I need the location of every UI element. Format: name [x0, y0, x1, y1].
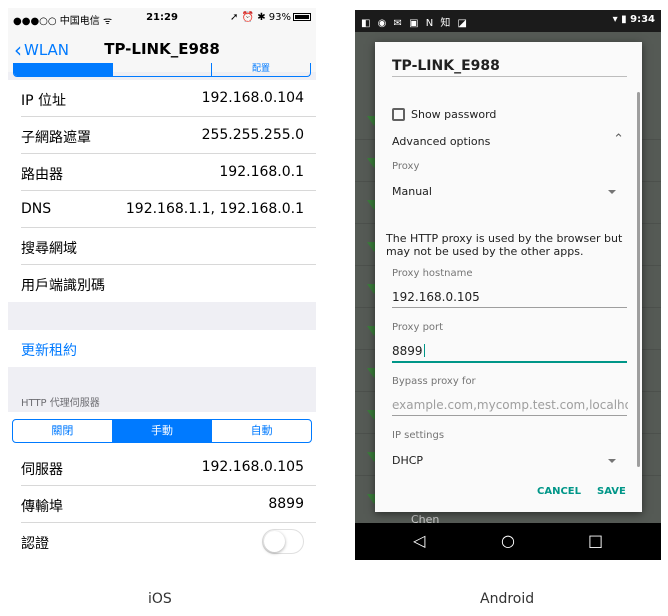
android-screen: ◧ ◉ ✉ ▣ N 知 ◪ ▾ ▮ 9:34 Chen TP-LINK_E988…: [355, 10, 661, 560]
segment-dhcp[interactable]: [14, 63, 113, 76]
dialog-scrollbar[interactable]: [637, 92, 640, 467]
segment-proxy-off[interactable]: 關閉: [13, 420, 113, 442]
renew-lease-button[interactable]: 更新租約: [8, 330, 316, 367]
battery-icon: [293, 13, 311, 21]
proxy-port-label: Proxy port: [392, 322, 444, 333]
row-subnet-mask: 子網路遮罩 255.255.255.0: [8, 117, 316, 154]
port-underline: [392, 361, 627, 363]
proxy-note: The HTTP proxy is used by the browser bu…: [386, 232, 623, 258]
notification-icons: ◧ ◉ ✉ ▣ N 知 ◪: [361, 18, 470, 29]
ios-status-bar: ●●●○○ 中国电信 ᯤ 21:29 ➚ ⏰ ✱ 93%: [8, 8, 316, 28]
dropdown-arrow-icon[interactable]: [608, 190, 616, 194]
dropdown-arrow-icon[interactable]: [608, 459, 616, 463]
show-password-checkbox[interactable]: [392, 108, 405, 121]
title-divider: [392, 76, 627, 77]
ip-settings-label: IP settings: [392, 430, 445, 441]
dialog-title: TP-LINK_E988: [392, 58, 500, 74]
row-ip-address: IP 位址 192.168.0.104: [8, 80, 316, 117]
ip-settings-select[interactable]: DHCP: [392, 454, 423, 467]
row-proxy-port[interactable]: 傳輸埠 8899: [8, 486, 316, 523]
android-navigation-bar: ◁ ○ □: [355, 523, 661, 560]
row-search-domains[interactable]: 搜尋網域: [8, 228, 316, 265]
proxy-port-input[interactable]: 8899: [392, 344, 425, 358]
segment-proxy-manual[interactable]: 手動: [112, 420, 213, 442]
proxy-hostname-input[interactable]: 192.168.0.105: [392, 290, 480, 304]
proxy-label: Proxy: [392, 161, 420, 172]
android-status-bar: ◧ ◉ ✉ ▣ N 知 ◪ ▾ ▮ 9:34: [355, 10, 661, 32]
row-client-id[interactable]: 用戶端識別碼: [8, 265, 316, 302]
back-icon[interactable]: ◁: [413, 531, 425, 550]
proxy-hostname-label: Proxy hostname: [392, 268, 473, 279]
proxy-select[interactable]: Manual: [392, 185, 432, 198]
row-router: 路由器 192.168.0.1: [8, 154, 316, 191]
ip-config-segmented-control: 配置: [13, 63, 311, 77]
home-icon[interactable]: ○: [501, 531, 515, 550]
segment-proxy-auto[interactable]: 自動: [212, 420, 311, 442]
save-button[interactable]: SAVE: [597, 486, 626, 497]
proxy-settings-list: 伺服器 192.168.0.105 傳輸埠 8899 認證: [8, 449, 316, 560]
show-password-label: Show password: [411, 108, 497, 121]
proxy-mode-segmented-control: 關閉 手動 自動: [12, 419, 312, 443]
status-right: ➚ ⏰ ✱ 93%: [230, 12, 311, 23]
cancel-button[interactable]: CANCEL: [537, 486, 581, 497]
ip-info-list: IP 位址 192.168.0.104 子網路遮罩 255.255.255.0 路由…: [8, 80, 316, 302]
bypass-proxy-input[interactable]: example.com,mycomp.test.com,localhost: [392, 398, 628, 412]
advanced-options-toggle[interactable]: Advanced options: [392, 135, 490, 148]
page-title: TP-LINK_E988: [104, 40, 220, 58]
android-caption: Android: [480, 591, 535, 607]
row-dns[interactable]: DNS 192.168.1.1, 192.168.0.1: [8, 191, 316, 228]
status-right: ▾ ▮ 9:34: [612, 14, 655, 25]
row-proxy-server[interactable]: 伺服器 192.168.0.105: [8, 449, 316, 486]
segment-bootp[interactable]: [113, 63, 212, 76]
authentication-toggle[interactable]: [262, 529, 304, 554]
hostname-underline: [392, 307, 627, 308]
segment-static[interactable]: 配置: [212, 63, 310, 76]
ios-screen: ●●●○○ 中国电信 ᯤ 21:29 ➚ ⏰ ✱ 93% ‹ WLAN TP-LI…: [8, 8, 316, 560]
http-proxy-section-header: HTTP 代理伺服器: [21, 398, 100, 409]
wifi-settings-dialog: TP-LINK_E988 Show password Advanced opti…: [375, 42, 642, 512]
row-authentication: 認證: [8, 523, 316, 560]
bypass-underline: [392, 415, 627, 416]
chevron-up-icon[interactable]: ⌃: [613, 132, 624, 147]
bypass-proxy-label: Bypass proxy for: [392, 376, 476, 387]
recents-icon[interactable]: □: [588, 531, 603, 550]
text-cursor: [423, 344, 425, 357]
ios-caption: iOS: [148, 591, 172, 607]
